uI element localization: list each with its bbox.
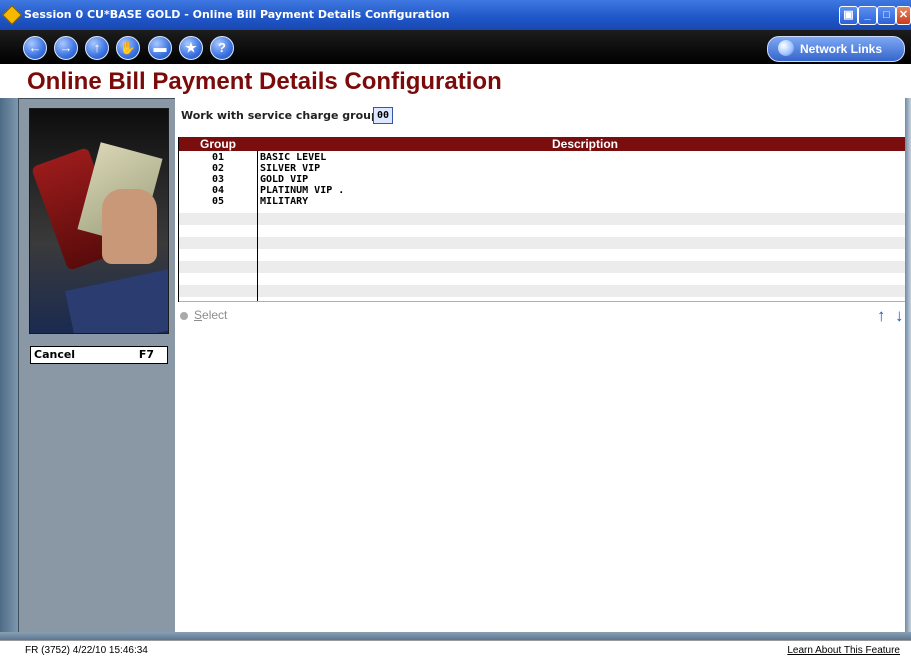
column-header-description[interactable]: Description bbox=[258, 137, 911, 151]
close-window-button[interactable]: ✕ bbox=[896, 6, 911, 25]
cell-group: 02 bbox=[211, 163, 225, 174]
cell-group: 05 bbox=[211, 196, 225, 207]
bottom-frame bbox=[0, 632, 911, 640]
group-table: Group Description 01 BASIC LEVEL 02 SILV… bbox=[178, 137, 911, 302]
up-icon[interactable]: ↑ bbox=[85, 36, 109, 60]
cell-group: 01 bbox=[211, 152, 225, 163]
cell-group: 03 bbox=[211, 174, 225, 185]
stop-icon[interactable]: ✋ bbox=[116, 36, 140, 60]
table-stripe bbox=[179, 237, 911, 249]
page-down-arrow-icon[interactable]: ↓ bbox=[895, 306, 904, 326]
cancel-label: Cancel bbox=[34, 348, 76, 361]
wallet-photo bbox=[29, 108, 169, 334]
globe-icon bbox=[778, 40, 794, 56]
column-divider bbox=[257, 151, 258, 302]
column-header-group[interactable]: Group bbox=[179, 137, 257, 151]
network-links-label: Network Links bbox=[800, 42, 883, 56]
back-icon[interactable]: ← bbox=[23, 36, 47, 60]
maximize-window-button[interactable]: □ bbox=[877, 6, 896, 25]
select-mnemonic: S bbox=[194, 308, 203, 322]
learn-about-feature-link[interactable]: Learn About This Feature bbox=[787, 645, 900, 656]
left-frame bbox=[0, 98, 18, 640]
cancel-shortcut: F7 bbox=[138, 348, 154, 361]
cell-description: SILVER VIP bbox=[260, 163, 321, 174]
right-frame bbox=[905, 98, 911, 640]
print-icon[interactable]: ▬ bbox=[148, 36, 172, 60]
app-logo-icon bbox=[2, 5, 22, 25]
select-radio-icon bbox=[180, 311, 188, 320]
page-up-arrow-icon[interactable]: ↑ bbox=[877, 306, 886, 326]
table-stripe bbox=[179, 261, 911, 273]
window-title: Session 0 CU*BASE GOLD - Online Bill Pay… bbox=[24, 8, 450, 21]
status-bar: FR (3752) 4/22/10 15:46:34 Learn About T… bbox=[0, 640, 911, 661]
minimize-window-button[interactable]: _ bbox=[858, 6, 877, 25]
table-row[interactable]: 05 MILITARY bbox=[179, 196, 911, 207]
table-bottom-border bbox=[179, 301, 911, 302]
cell-description: MILITARY bbox=[260, 196, 309, 207]
select-option[interactable]: Select bbox=[180, 308, 227, 322]
cancel-button[interactable]: Cancel F7 bbox=[30, 346, 168, 364]
page-title: Online Bill Payment Details Configuratio… bbox=[27, 68, 502, 95]
table-row[interactable]: 03 GOLD VIP bbox=[179, 174, 911, 185]
table-stripe bbox=[179, 285, 911, 297]
service-charge-group-label: Work with service charge group bbox=[181, 109, 379, 122]
table-header: Group Description bbox=[179, 137, 911, 151]
network-links-button[interactable]: Network Links bbox=[767, 36, 905, 62]
sleeve-shape bbox=[64, 268, 168, 333]
cell-description: BASIC LEVEL bbox=[260, 152, 327, 163]
table-row[interactable]: 04 PLATINUM VIP . bbox=[179, 185, 911, 196]
forward-icon[interactable]: → bbox=[54, 36, 78, 60]
cell-group: 04 bbox=[211, 185, 225, 196]
favorite-icon[interactable]: ★ bbox=[179, 36, 203, 60]
cell-description: GOLD VIP bbox=[260, 174, 309, 185]
hand-shape bbox=[102, 189, 157, 264]
help-icon[interactable]: ? bbox=[210, 36, 234, 60]
service-charge-group-input[interactable]: 00 bbox=[373, 107, 393, 124]
table-stripe bbox=[179, 213, 911, 225]
cell-description: PLATINUM VIP . bbox=[260, 185, 345, 196]
window-titlebar: Session 0 CU*BASE GOLD - Online Bill Pay… bbox=[0, 0, 911, 30]
table-row[interactable]: 01 BASIC LEVEL bbox=[179, 152, 911, 163]
session-status: FR (3752) 4/22/10 15:46:34 bbox=[25, 645, 148, 656]
table-row[interactable]: 02 SILVER VIP bbox=[179, 163, 911, 174]
select-label-rest: elect bbox=[202, 308, 228, 322]
restore-window-button[interactable]: ▣ bbox=[839, 6, 858, 25]
